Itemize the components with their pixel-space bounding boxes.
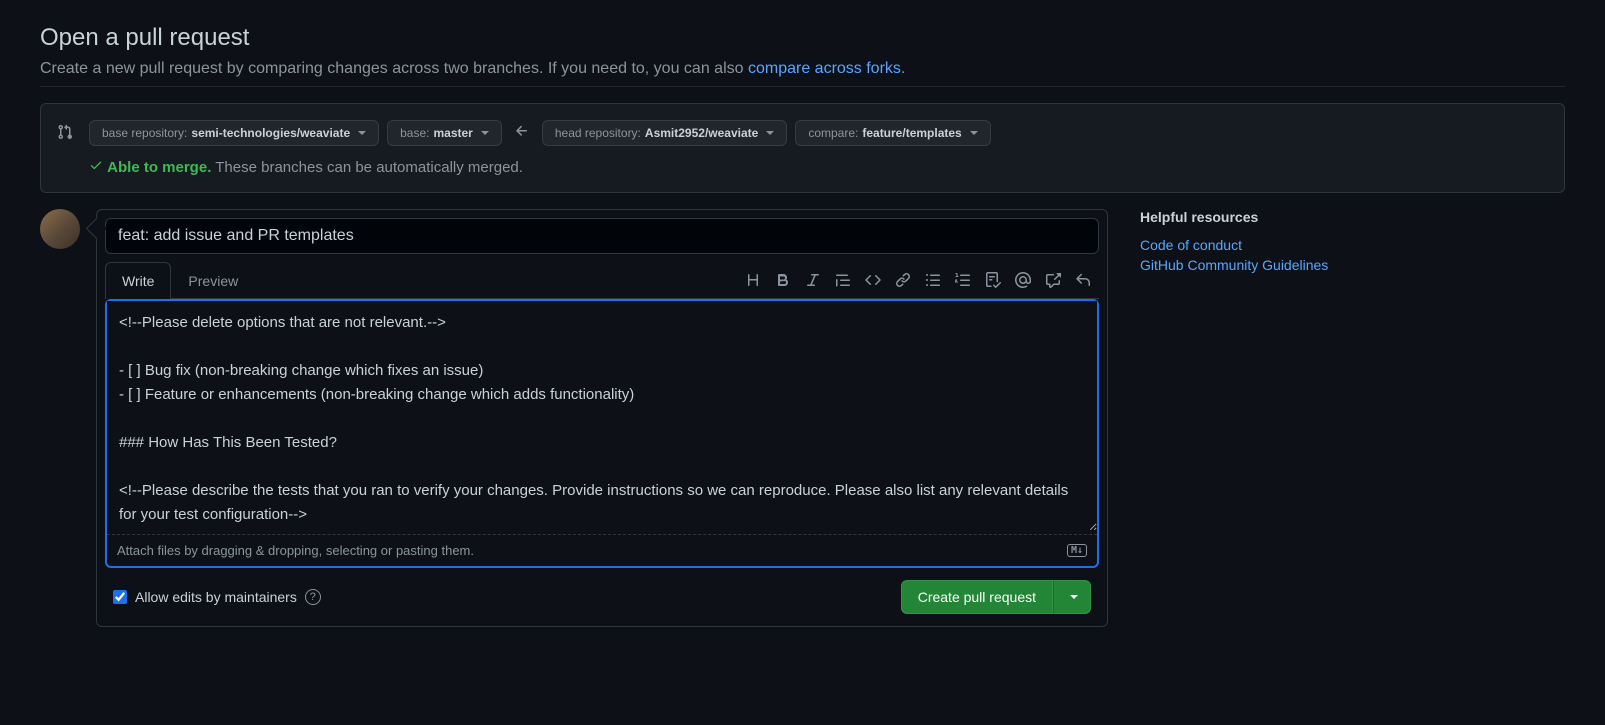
- bold-icon[interactable]: [775, 272, 791, 288]
- main-row: Write Preview: [40, 209, 1565, 627]
- merge-detail-text: These branches can be automatically merg…: [211, 159, 523, 176]
- page-subtitle: Create a new pull request by comparing c…: [40, 60, 1565, 78]
- info-icon[interactable]: ?: [305, 589, 321, 605]
- merge-able-text: Able to merge.: [107, 159, 211, 176]
- ordered-list-icon[interactable]: [955, 272, 971, 288]
- chevron-down-icon: [358, 131, 366, 135]
- tab-write[interactable]: Write: [105, 262, 171, 299]
- chevron-down-icon: [1070, 595, 1078, 599]
- head-repo-label: head repository:: [555, 126, 641, 140]
- tab-bar: Write Preview: [105, 262, 1099, 299]
- allow-edits-checkbox[interactable]: [113, 590, 127, 604]
- markdown-icon[interactable]: M↓: [1067, 544, 1087, 557]
- base-repo-label: base repository:: [102, 126, 187, 140]
- compare-branch-selector[interactable]: compare: feature/templates: [795, 120, 990, 146]
- allow-edits-label[interactable]: Allow edits by maintainers ?: [113, 589, 321, 605]
- chevron-down-icon: [766, 131, 774, 135]
- compare-icon: [57, 124, 73, 143]
- tabs: Write Preview: [105, 262, 255, 298]
- link-icon[interactable]: [895, 272, 911, 288]
- compare-label: compare:: [808, 126, 858, 140]
- page-header: Open a pull request Create a new pull re…: [40, 24, 1565, 87]
- pr-title-input[interactable]: [105, 218, 1099, 254]
- create-pr-button[interactable]: Create pull request: [901, 580, 1053, 614]
- reply-icon[interactable]: [1075, 272, 1091, 288]
- tab-preview[interactable]: Preview: [171, 262, 255, 299]
- heading-icon[interactable]: [745, 272, 761, 288]
- avatar-column: [40, 209, 80, 627]
- check-icon: [89, 159, 107, 176]
- attach-hint: Attach files by dragging & dropping, sel…: [117, 543, 474, 558]
- compare-value: feature/templates: [862, 126, 961, 140]
- base-branch-selector[interactable]: base: master: [387, 120, 502, 146]
- create-pr-dropdown[interactable]: [1053, 580, 1091, 614]
- head-repo-value: Asmit2952/weaviate: [645, 126, 758, 140]
- subtitle-text: Create a new pull request by comparing c…: [40, 60, 748, 77]
- sidebar-link-guidelines[interactable]: GitHub Community Guidelines: [1140, 257, 1444, 273]
- pr-description-textarea[interactable]: [107, 301, 1097, 531]
- cross-reference-icon[interactable]: [1045, 272, 1061, 288]
- base-repo-selector[interactable]: base repository: semi-technologies/weavi…: [89, 120, 379, 146]
- form-column: Write Preview: [96, 209, 1108, 627]
- base-value: master: [433, 126, 472, 140]
- description-wrap: Attach files by dragging & dropping, sel…: [105, 299, 1099, 568]
- italic-icon[interactable]: [805, 272, 821, 288]
- merge-status: Able to merge. These branches can be aut…: [57, 158, 1548, 176]
- create-button-group: Create pull request: [901, 580, 1091, 614]
- sidebar-link-coc[interactable]: Code of conduct: [1140, 237, 1444, 253]
- page-title: Open a pull request: [40, 24, 1565, 52]
- subtitle-post: .: [901, 60, 905, 77]
- base-repo-value: semi-technologies/weaviate: [191, 126, 350, 140]
- attach-bar[interactable]: Attach files by dragging & dropping, sel…: [107, 534, 1097, 566]
- code-icon[interactable]: [865, 272, 881, 288]
- compare-row: base repository: semi-technologies/weavi…: [57, 120, 1548, 146]
- form-box: Write Preview: [96, 209, 1108, 627]
- base-label: base:: [400, 126, 429, 140]
- compare-box: base repository: semi-technologies/weavi…: [40, 103, 1565, 193]
- allow-edits-text: Allow edits by maintainers: [135, 589, 297, 605]
- mention-icon[interactable]: [1015, 272, 1031, 288]
- chevron-down-icon: [970, 131, 978, 135]
- footer-row: Allow edits by maintainers ? Create pull…: [105, 580, 1099, 618]
- quote-icon[interactable]: [835, 272, 851, 288]
- tasklist-icon[interactable]: [985, 272, 1001, 288]
- chevron-down-icon: [481, 131, 489, 135]
- markdown-toolbar: [745, 272, 1099, 288]
- arrow-left-icon: [510, 123, 534, 144]
- sidebar: Helpful resources Code of conduct GitHub…: [1124, 209, 1444, 627]
- sidebar-heading: Helpful resources: [1140, 209, 1444, 225]
- avatar[interactable]: [40, 209, 80, 249]
- head-repo-selector[interactable]: head repository: Asmit2952/weaviate: [542, 120, 787, 146]
- compare-forks-link[interactable]: compare across forks: [748, 60, 901, 77]
- unordered-list-icon[interactable]: [925, 272, 941, 288]
